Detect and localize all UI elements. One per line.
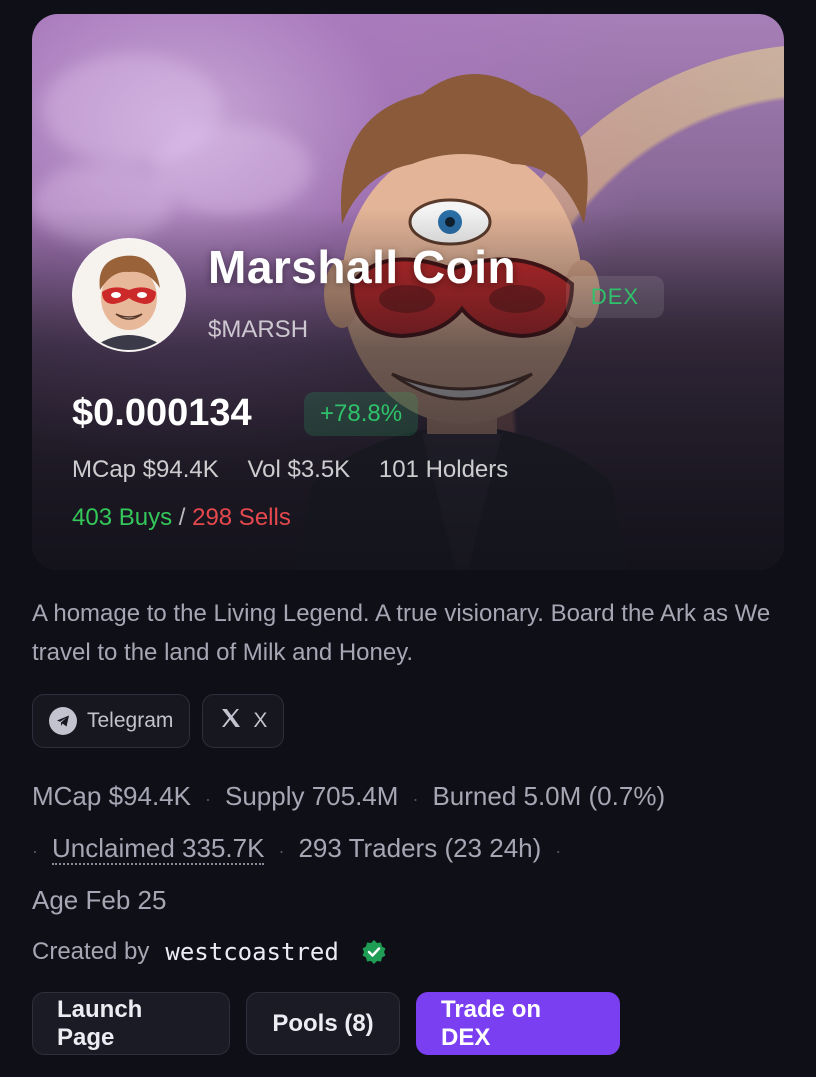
social-links: Telegram X bbox=[32, 694, 285, 748]
token-hero-card: Marshall Coin DEX $MARSH $0.000134 +78.8… bbox=[32, 14, 784, 570]
meta-separator: · bbox=[204, 789, 211, 809]
meta-separator: · bbox=[555, 841, 562, 861]
hero-mcap: MCap $94.4K bbox=[72, 456, 219, 483]
trades-summary: 403 Buys / 298 Sells bbox=[72, 504, 291, 532]
x-icon bbox=[219, 706, 243, 736]
meta-unclaimed[interactable]: Unclaimed 335.7K bbox=[52, 833, 265, 865]
pools-button[interactable]: Pools (8) bbox=[246, 992, 400, 1055]
meta-row: Age Feb 25 bbox=[32, 876, 792, 925]
hero-holders: 101 Holders bbox=[378, 456, 509, 483]
coin-price: $0.000134 bbox=[72, 392, 252, 434]
x-link-button[interactable]: X bbox=[202, 694, 285, 748]
created-by-label: Created by bbox=[32, 938, 150, 965]
trade-on-dex-button[interactable]: Trade on DEX bbox=[416, 992, 620, 1055]
coin-ticker: $MARSH bbox=[208, 316, 309, 343]
meta-row: MCap $94.4K · Supply 705.4M · Burned 5.0M (0… bbox=[32, 772, 792, 824]
creator-row: Created by westcoastred bbox=[32, 938, 387, 966]
sells-count: 298 Sells bbox=[192, 504, 291, 531]
meta-supply: Supply 705.4M bbox=[224, 781, 399, 811]
hero-volume: Vol $3.5K bbox=[247, 456, 351, 483]
telegram-icon bbox=[49, 707, 77, 735]
token-metadata: MCap $94.4K · Supply 705.4M · Burned 5.0M (0… bbox=[32, 772, 792, 925]
launch-page-button[interactable]: Launch Page bbox=[32, 992, 230, 1055]
telegram-link-button[interactable]: Telegram bbox=[32, 694, 191, 748]
token-page: Marshall Coin DEX $MARSH $0.000134 +78.8… bbox=[0, 0, 816, 1077]
buys-count: 403 Buys bbox=[72, 504, 173, 531]
coin-description: A homage to the Living Legend. A true vi… bbox=[32, 600, 771, 666]
meta-row: · Unclaimed 335.7K · 293 Traders (23 24h) · bbox=[32, 824, 792, 876]
meta-burned: Burned 5.0M (0.7%) bbox=[432, 781, 666, 811]
meta-mcap: MCap $94.4K bbox=[32, 781, 191, 811]
price-change-badge: +78.8% bbox=[304, 392, 419, 436]
coin-name: Marshall Coin bbox=[208, 241, 517, 293]
meta-age: Age Feb 25 bbox=[32, 885, 167, 915]
action-buttons: Launch Page Pools (8) Trade on DEX bbox=[32, 992, 620, 1055]
hero-stats: MCap $94.4K Vol $3.5K 101 Holders bbox=[72, 456, 530, 484]
creator-name[interactable]: westcoastred bbox=[165, 938, 338, 966]
verified-icon bbox=[362, 940, 386, 964]
meta-separator: · bbox=[278, 841, 285, 861]
telegram-label: Telegram bbox=[87, 709, 174, 732]
meta-separator: · bbox=[412, 789, 419, 809]
x-label: X bbox=[253, 709, 268, 732]
meta-separator: · bbox=[32, 841, 38, 861]
dex-badge: DEX bbox=[566, 276, 664, 318]
trades-separator: / bbox=[178, 504, 186, 531]
meta-traders: 293 Traders (23 24h) bbox=[298, 833, 542, 863]
avatar bbox=[72, 238, 186, 352]
